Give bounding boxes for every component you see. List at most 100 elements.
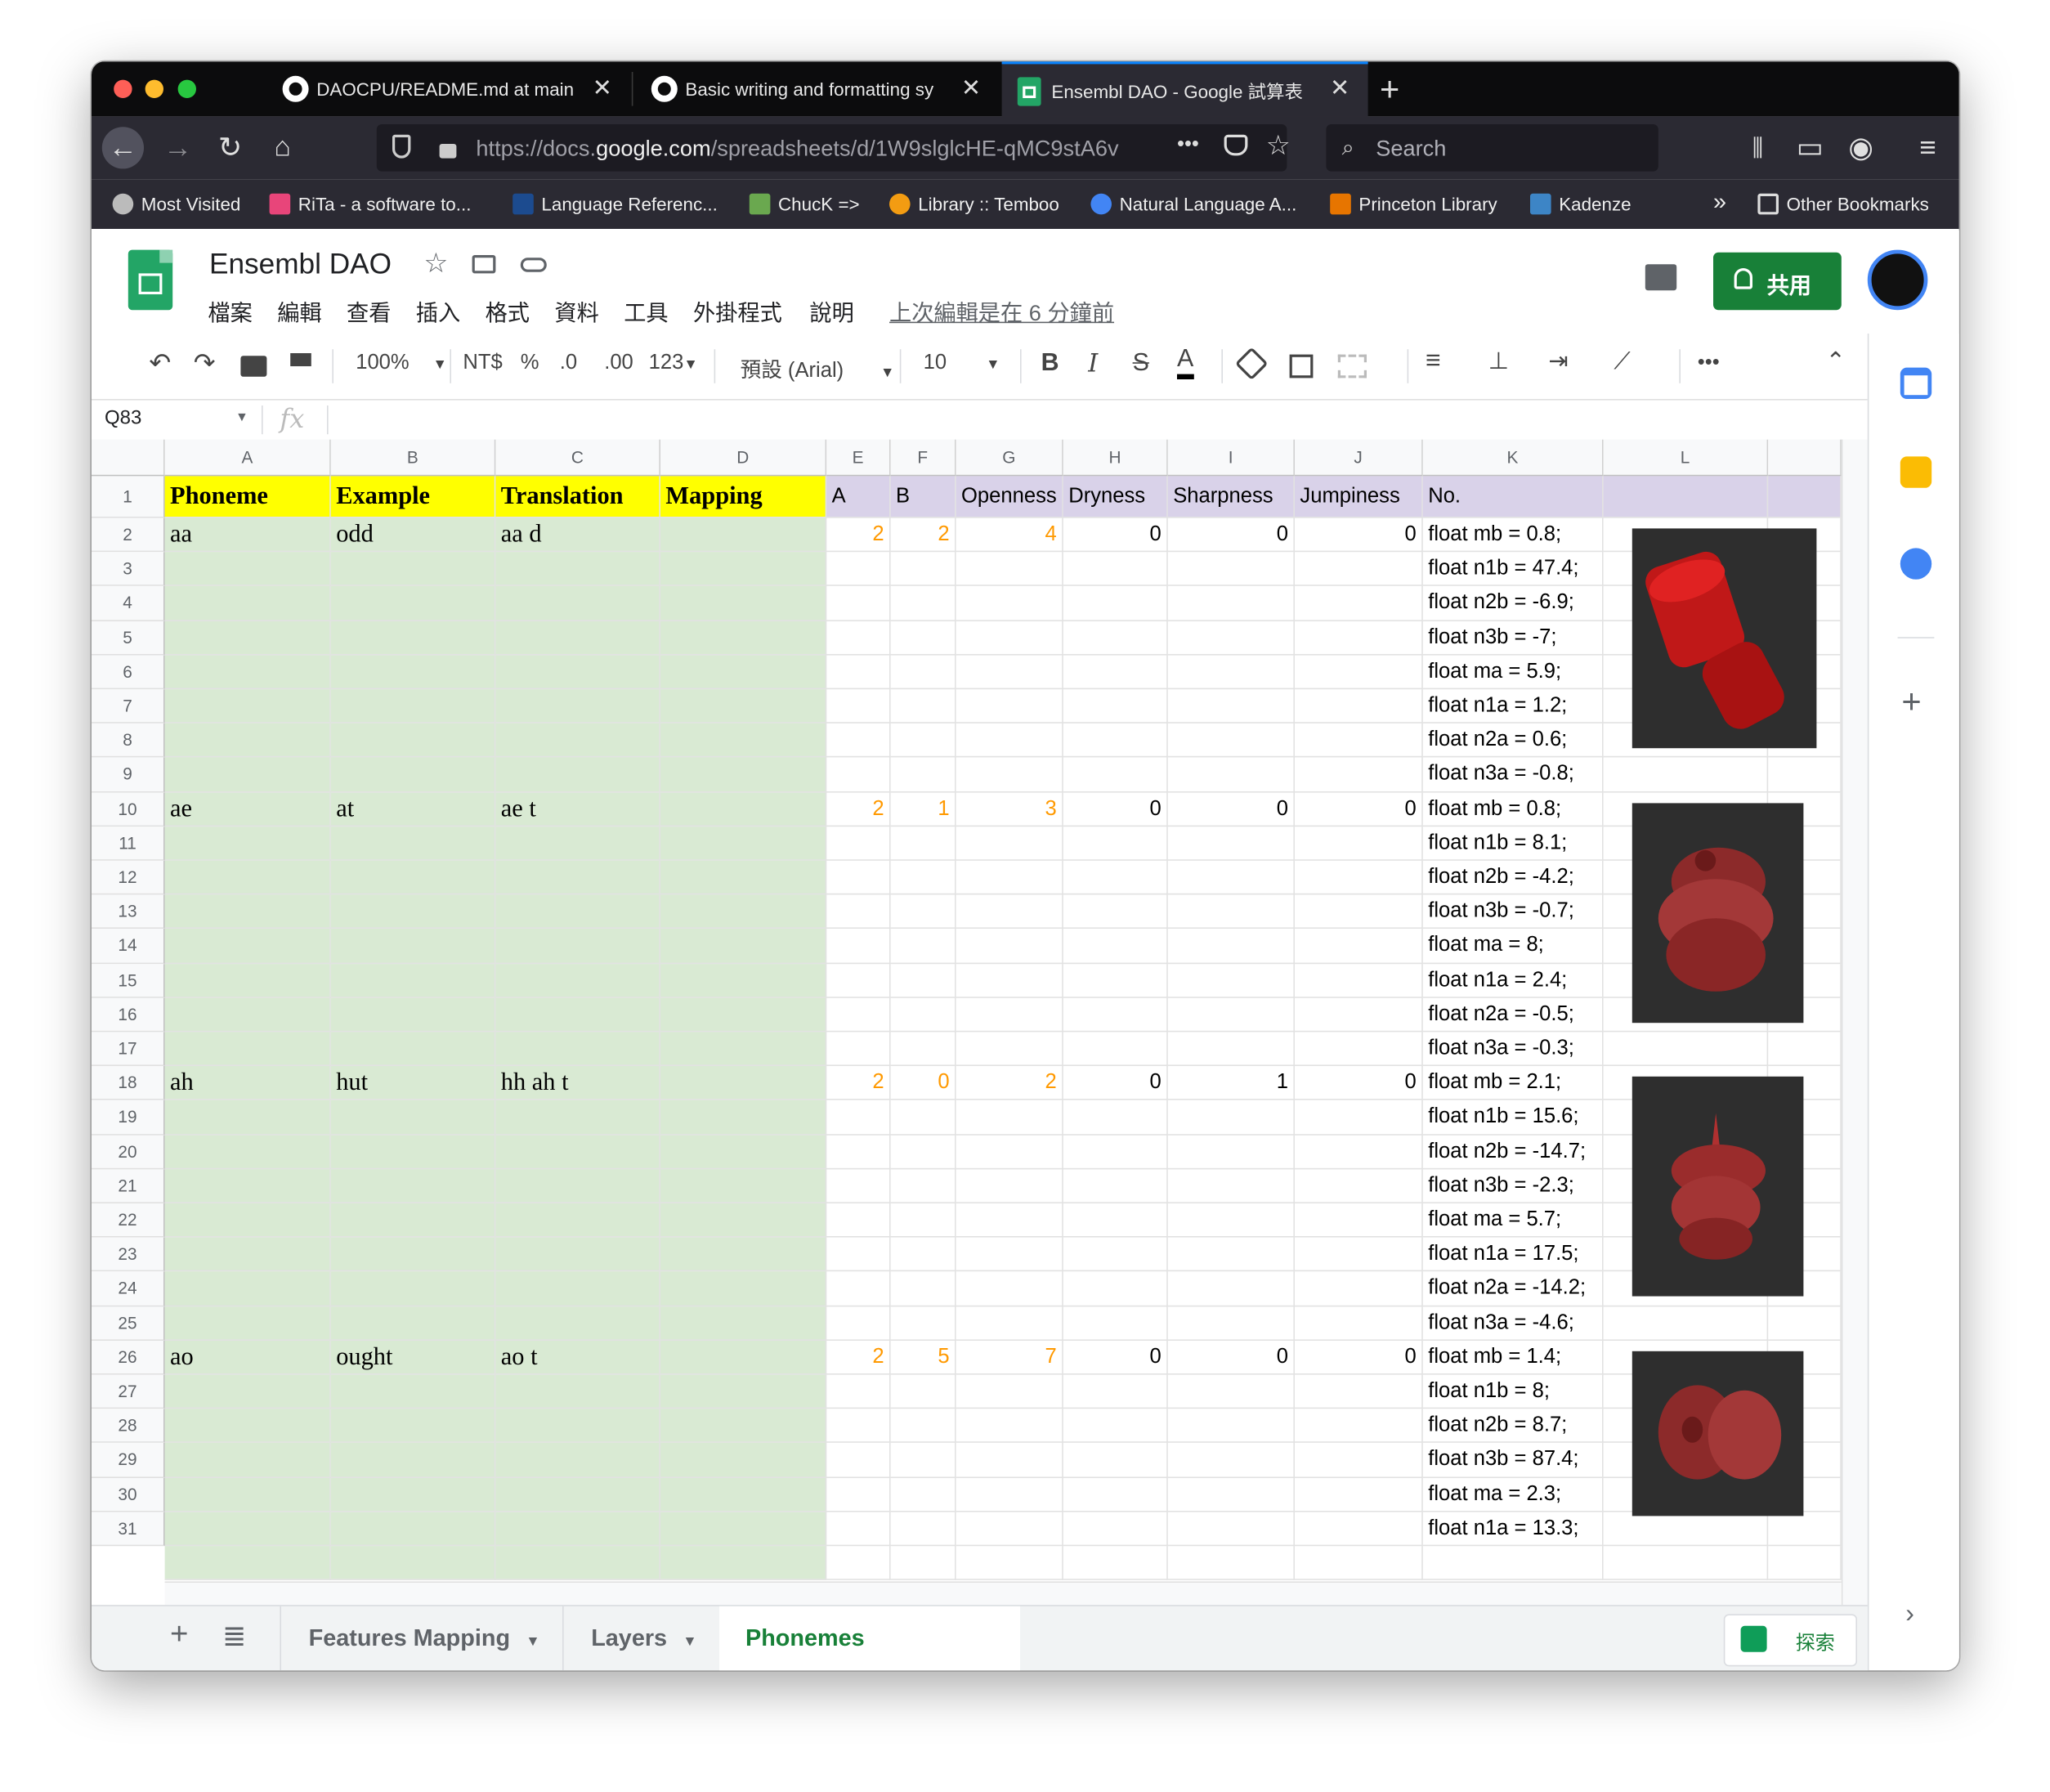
grid-cell[interactable] [1768, 758, 1842, 792]
grid-cell[interactable] [660, 894, 827, 930]
header-cell-dryness[interactable]: Dryness [1063, 476, 1168, 518]
new-tab-button[interactable]: + [1380, 69, 1399, 110]
grid-cell[interactable] [330, 689, 496, 724]
pocket-icon[interactable] [1224, 134, 1248, 156]
cell-g[interactable]: 4 [956, 517, 1063, 553]
grid-cell[interactable] [1063, 1443, 1168, 1478]
grid-cell[interactable] [660, 552, 827, 587]
row-header[interactable]: 28 [92, 1409, 165, 1444]
grid-cell[interactable] [890, 1306, 956, 1341]
grid-cell[interactable] [1063, 1271, 1168, 1306]
grid-cell[interactable] [330, 552, 496, 587]
grid-cell[interactable] [1063, 1237, 1168, 1272]
grid-cell[interactable] [330, 1237, 496, 1272]
grid-cell[interactable] [330, 1271, 496, 1306]
cell-f[interactable]: 0 [890, 1066, 956, 1101]
grid-cell[interactable] [890, 1512, 956, 1547]
grid-cell[interactable] [164, 963, 331, 998]
grid-cell[interactable] [1063, 1374, 1168, 1409]
browser-tab[interactable]: DAOCPU/README.md at main · ✕ [264, 61, 630, 116]
grid-cell[interactable] [1063, 620, 1168, 656]
column-header-d[interactable]: D [660, 439, 827, 477]
grid-cell[interactable] [164, 689, 331, 724]
grid-cell[interactable] [1167, 552, 1295, 587]
grid-cell[interactable] [164, 1237, 331, 1272]
grid-cell[interactable] [1063, 860, 1168, 895]
grid-cell[interactable] [1063, 1306, 1168, 1341]
grid-cell[interactable] [1167, 724, 1295, 758]
cell-float-param[interactable]: float n3b = 87.4; [1422, 1443, 1604, 1478]
cell-float-param[interactable]: float n3a = -4.6; [1422, 1306, 1604, 1341]
grid-cell[interactable] [956, 1512, 1063, 1547]
grid-cell[interactable] [495, 724, 660, 758]
grid-cell[interactable] [1063, 1135, 1168, 1170]
cell-f[interactable]: 1 [890, 791, 956, 827]
cell-j[interactable]: 0 [1295, 517, 1423, 553]
header-cell-l[interactable] [1603, 476, 1769, 518]
cell-float-param[interactable]: float n3b = -2.3; [1422, 1169, 1604, 1203]
row-header[interactable]: 30 [92, 1477, 165, 1512]
calendar-icon[interactable] [1900, 367, 1932, 399]
grid-cell[interactable] [890, 758, 956, 792]
cell-float-param[interactable]: float n2a = 0.6; [1422, 724, 1604, 758]
grid-cell[interactable] [890, 1477, 956, 1512]
grid-cell[interactable] [330, 1546, 496, 1581]
cell-float-param[interactable]: float ma = 5.7; [1422, 1203, 1604, 1238]
row-header[interactable]: 27 [92, 1374, 165, 1409]
grid-cell[interactable] [1063, 826, 1168, 861]
grid-cell[interactable] [1768, 1306, 1842, 1341]
grid-cell[interactable] [1063, 1100, 1168, 1136]
grid-cell[interactable] [330, 1203, 496, 1238]
merge-cells-icon[interactable] [1337, 354, 1367, 379]
row-header[interactable]: 29 [92, 1443, 165, 1478]
grid-cell[interactable] [1167, 1443, 1295, 1478]
grid-cell[interactable] [956, 894, 1063, 930]
vertical-align-icon[interactable]: ⊥ [1488, 348, 1509, 376]
grid-cell[interactable] [495, 1443, 660, 1478]
grid-cell[interactable] [1063, 586, 1168, 621]
grid-cell[interactable] [330, 963, 496, 998]
grid-cell[interactable] [826, 552, 891, 587]
text-wrap-icon[interactable]: ⇥ [1548, 348, 1568, 376]
grid-cell[interactable] [1167, 1169, 1295, 1203]
more-options-icon[interactable]: ••• [1698, 352, 1720, 375]
grid-cell[interactable] [1603, 1306, 1769, 1341]
grid-cell[interactable] [164, 894, 331, 930]
grid-cell[interactable] [890, 1271, 956, 1306]
grid-cell[interactable] [1063, 724, 1168, 758]
grid-cell[interactable] [1295, 1306, 1423, 1341]
grid-cell[interactable] [1167, 860, 1295, 895]
grid-cell[interactable] [826, 689, 891, 724]
grid-cell[interactable] [956, 1135, 1063, 1170]
grid-cell[interactable] [164, 860, 331, 895]
grid-cell[interactable] [164, 1306, 331, 1341]
menu-view[interactable]: 查看 [347, 294, 391, 327]
more-formats-button[interactable]: 123▼ [649, 352, 698, 375]
grid-cell[interactable] [1063, 1032, 1168, 1067]
grid-cell[interactable] [1167, 1477, 1295, 1512]
cell-j[interactable]: 0 [1295, 1066, 1423, 1101]
row-header[interactable]: 1 [92, 476, 165, 518]
font-select[interactable]: 預設 (Arial) ▼ [741, 352, 895, 383]
row-header[interactable]: 9 [92, 758, 165, 792]
grid-cell[interactable] [330, 655, 496, 690]
grid-cell[interactable] [1063, 552, 1168, 587]
chevron-down-icon[interactable]: ▼ [235, 410, 248, 425]
row-header[interactable]: 14 [92, 929, 165, 964]
menu-edit[interactable]: 編輯 [277, 294, 321, 327]
bookmark-item[interactable]: Library :: Temboo [889, 193, 1059, 215]
cell-i[interactable]: 0 [1167, 1340, 1295, 1375]
reload-button[interactable]: ↻ [209, 127, 251, 168]
grid-cell[interactable] [826, 620, 891, 656]
column-header-e[interactable]: E [826, 439, 891, 477]
grid-cell[interactable] [890, 1135, 956, 1170]
column-header-f[interactable]: F [890, 439, 956, 477]
grid-cell[interactable] [826, 655, 891, 690]
cell-float-param[interactable]: float n1a = 17.5; [1422, 1237, 1604, 1272]
grid-cell[interactable] [164, 1374, 331, 1409]
grid-cell[interactable] [330, 1477, 496, 1512]
account-icon[interactable]: ◉ [1840, 127, 1882, 168]
grid-cell[interactable] [495, 826, 660, 861]
grid-cell[interactable] [660, 1271, 827, 1306]
grid-cell[interactable] [330, 1512, 496, 1547]
